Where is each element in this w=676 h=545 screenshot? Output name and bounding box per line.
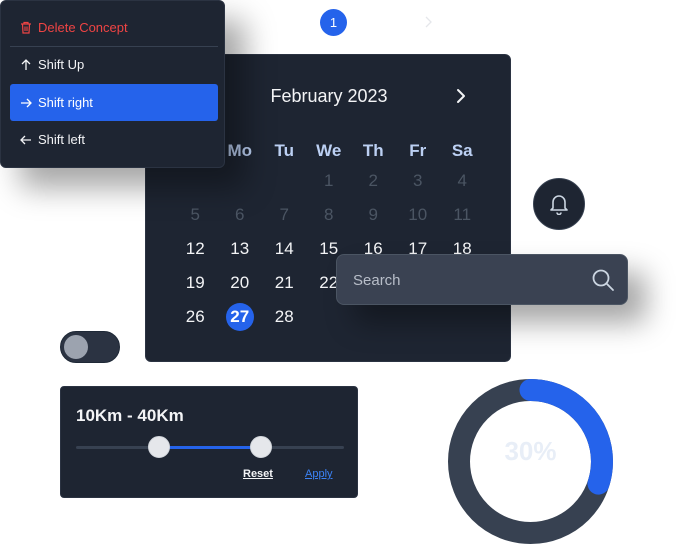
calendar-day[interactable]: 27 bbox=[218, 300, 263, 334]
calendar-day-empty bbox=[218, 164, 263, 198]
calendar-day[interactable]: 9 bbox=[351, 198, 396, 232]
menu-item-shift-right[interactable]: Shift right bbox=[10, 84, 218, 121]
calendar-day[interactable]: 26 bbox=[173, 300, 218, 334]
calendar-day[interactable]: 4 bbox=[440, 164, 485, 198]
distance-range-card: 10Km - 40Km Reset Apply bbox=[60, 386, 358, 498]
apply-link[interactable]: Apply bbox=[305, 468, 333, 480]
search-input[interactable] bbox=[353, 269, 583, 291]
calendar-day-empty bbox=[396, 300, 441, 334]
arrow-right-icon bbox=[19, 96, 33, 110]
page-1-button[interactable]: 1 bbox=[320, 9, 347, 36]
calendar-day[interactable]: 13 bbox=[218, 232, 263, 266]
menu-item-label: Shift right bbox=[38, 95, 93, 110]
calendar-day[interactable]: 7 bbox=[262, 198, 307, 232]
calendar-day-empty bbox=[173, 164, 218, 198]
calendar-day[interactable]: 14 bbox=[262, 232, 307, 266]
calendar-day[interactable]: 3 bbox=[396, 164, 441, 198]
toggle-knob[interactable] bbox=[64, 335, 88, 359]
weekday-header: Fr bbox=[409, 141, 427, 160]
search-icon[interactable] bbox=[591, 268, 615, 292]
weekday-header: Tu bbox=[274, 141, 294, 160]
calendar-day[interactable]: 19 bbox=[173, 266, 218, 300]
calendar-day[interactable]: 20 bbox=[218, 266, 263, 300]
next-page-chevron-icon[interactable] bbox=[418, 12, 438, 32]
notification-button[interactable] bbox=[533, 178, 585, 230]
menu-item-label: Shift Up bbox=[38, 57, 85, 72]
weekday-header: Th bbox=[362, 141, 384, 160]
menu-item-label: Delete Concept bbox=[38, 20, 128, 35]
range-track-fill bbox=[159, 446, 261, 449]
arrow-up-icon bbox=[19, 58, 33, 72]
calendar-day-empty bbox=[440, 300, 485, 334]
trash-icon bbox=[19, 21, 33, 35]
range-track[interactable] bbox=[76, 446, 344, 449]
progress-percent-label: 30% bbox=[504, 436, 557, 466]
weekday-header: We bbox=[316, 141, 342, 160]
weekday-header: Sa bbox=[451, 141, 473, 160]
calendar-day[interactable]: 1 bbox=[307, 164, 352, 198]
menu-item-shift-up[interactable]: Shift Up bbox=[10, 46, 218, 83]
calendar-day[interactable]: 2 bbox=[351, 164, 396, 198]
bell-icon bbox=[550, 195, 568, 215]
range-thumb-max[interactable] bbox=[249, 436, 272, 458]
context-menu: Delete Concept Shift Up Shift right Shift l… bbox=[0, 0, 225, 168]
range-value-label: 10Km - 40Km bbox=[76, 406, 184, 425]
calendar-day[interactable]: 10 bbox=[396, 198, 441, 232]
arrow-left-icon bbox=[19, 133, 33, 147]
calendar-day[interactable]: 21 bbox=[262, 266, 307, 300]
calendar-day-empty bbox=[307, 300, 352, 334]
calendar-grid: Mo Tu We Th Fr Sa 1 2 3 4 5 6 7 8 9 10 11 12 13 14 15 16 17 18 1… bbox=[173, 141, 485, 334]
calendar-day-empty bbox=[262, 164, 307, 198]
toggle-switch[interactable] bbox=[60, 331, 120, 363]
calendar-day[interactable]: 11 bbox=[440, 198, 485, 232]
calendar-day[interactable]: 6 bbox=[218, 198, 263, 232]
menu-item-delete-concept[interactable]: Delete Concept bbox=[10, 9, 218, 46]
next-month-chevron-icon[interactable] bbox=[451, 86, 471, 106]
calendar-day[interactable]: 8 bbox=[307, 198, 352, 232]
search-box bbox=[336, 254, 628, 305]
calendar-day[interactable]: 12 bbox=[173, 232, 218, 266]
reset-link[interactable]: Reset bbox=[243, 468, 273, 480]
menu-item-label: Shift left bbox=[38, 132, 85, 147]
calendar-day-empty bbox=[351, 300, 396, 334]
calendar-day[interactable]: 5 bbox=[173, 198, 218, 232]
selected-day[interactable]: 27 bbox=[225, 303, 254, 331]
menu-item-shift-left[interactable]: Shift left bbox=[10, 121, 218, 158]
calendar-day[interactable]: 28 bbox=[262, 300, 307, 334]
range-thumb-min[interactable] bbox=[148, 436, 171, 458]
